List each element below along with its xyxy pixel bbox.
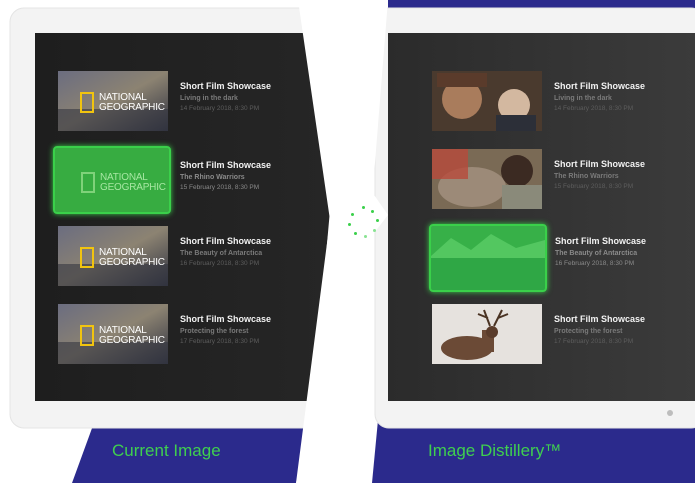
image-distillery-caption: Image Distillery™ [428,441,562,460]
spinner-icon [346,205,382,241]
center-divider [296,0,388,483]
current-image-caption: Current Image [112,441,221,460]
